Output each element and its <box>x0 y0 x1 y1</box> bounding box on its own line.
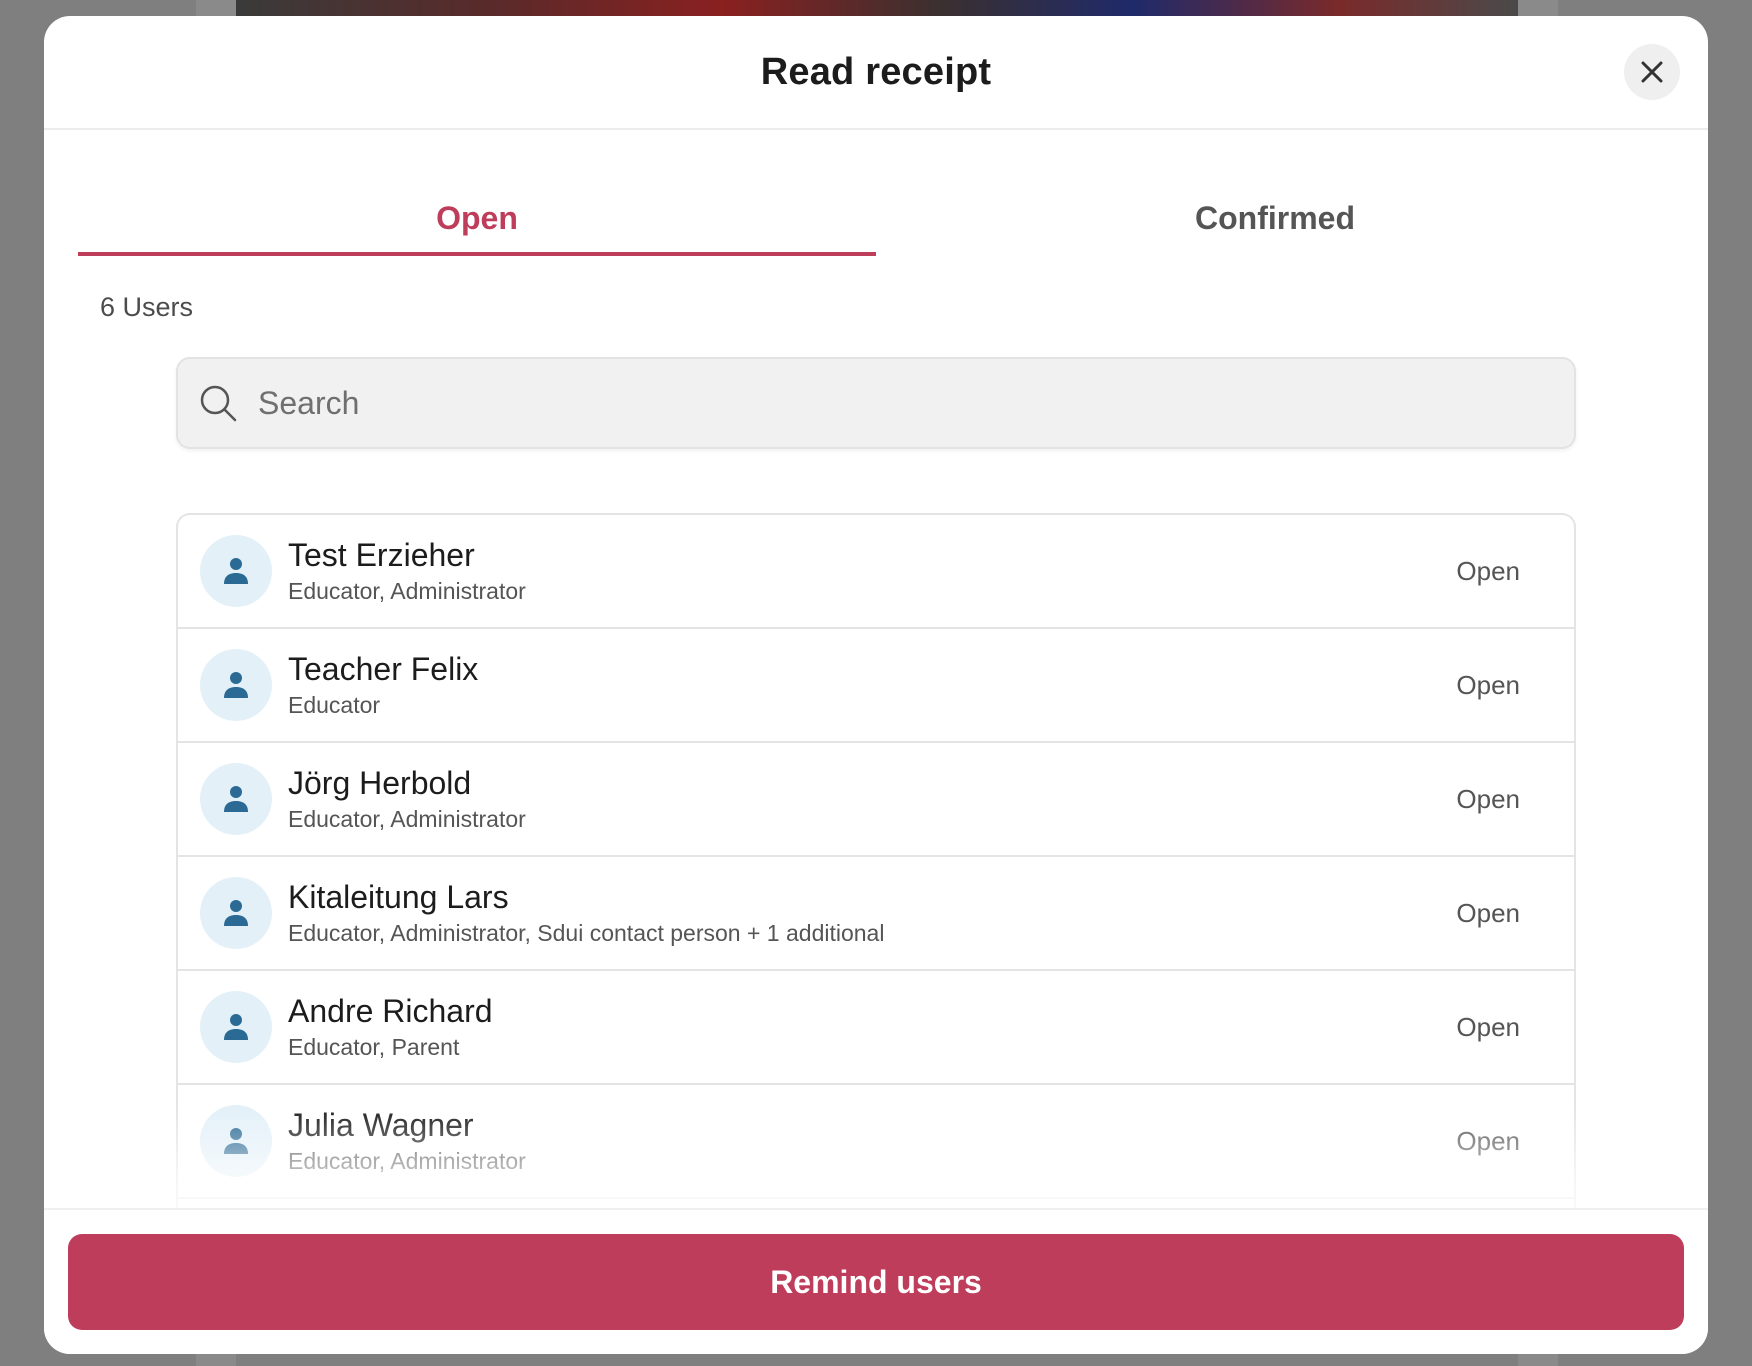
read-receipt-modal: Read receipt Open Confirmed 6 Users Sear… <box>44 16 1708 1354</box>
avatar <box>200 1105 272 1177</box>
tab-bar: Open Confirmed <box>78 176 1674 256</box>
user-info: Teacher Felix Educator <box>288 650 478 720</box>
list-item[interactable]: Kitaleitung Lars Educator, Administrator… <box>178 857 1574 971</box>
user-name: Jörg Herbold <box>288 765 472 801</box>
tab-confirmed-label: Confirmed <box>1195 200 1355 236</box>
modal-title: Read receipt <box>760 50 992 93</box>
user-name: Teacher Felix <box>288 651 479 687</box>
user-icon <box>224 1128 248 1154</box>
search-box[interactable] <box>176 357 1576 449</box>
user-count: 6 Users <box>100 292 194 322</box>
user-status: Open <box>1456 669 1520 700</box>
remind-users-button[interactable]: Remind users <box>68 1234 1684 1330</box>
tab-open-label: Open <box>436 200 518 236</box>
user-roles: Educator, Parent <box>288 1034 460 1060</box>
close-icon <box>1641 61 1663 83</box>
user-roles: Educator <box>288 692 381 718</box>
user-info: Andre Richard Educator, Parent <box>288 992 493 1062</box>
modal-footer: Remind users <box>44 1208 1708 1354</box>
close-button[interactable] <box>1624 44 1680 100</box>
user-roles: Educator, Administrator <box>288 578 526 604</box>
tab-open[interactable]: Open <box>78 176 876 256</box>
list-item[interactable]: Teacher Felix Educator Open <box>178 629 1574 743</box>
avatar <box>200 877 272 949</box>
user-info: Julia Wagner Educator, Administrator <box>288 1106 526 1176</box>
user-roles: Educator, Administrator <box>288 1148 526 1174</box>
user-info: Test Erzieher Educator, Administrator <box>288 536 526 606</box>
user-list: Test Erzieher Educator, Administrator Op… <box>176 513 1576 1235</box>
user-info: Jörg Herbold Educator, Administrator <box>288 764 526 834</box>
user-icon <box>224 558 248 584</box>
user-icon <box>224 1014 248 1040</box>
user-name: Andre Richard <box>288 993 493 1029</box>
user-icon <box>224 900 248 926</box>
user-roles: Educator, Administrator, Sdui contact pe… <box>288 920 885 946</box>
user-icon <box>224 672 248 698</box>
user-status: Open <box>1456 1125 1520 1156</box>
search-input[interactable] <box>258 359 1574 447</box>
user-name: Test Erzieher <box>288 537 475 573</box>
list-item[interactable]: Test Erzieher Educator, Administrator Op… <box>178 515 1574 629</box>
user-status: Open <box>1456 783 1520 814</box>
user-roles: Educator, Administrator <box>288 806 526 832</box>
user-name: Julia Wagner <box>288 1107 474 1143</box>
tab-confirmed[interactable]: Confirmed <box>876 176 1674 256</box>
avatar <box>200 763 272 835</box>
user-icon <box>224 786 248 812</box>
user-status: Open <box>1456 1011 1520 1042</box>
user-info: Kitaleitung Lars Educator, Administrator… <box>288 878 884 948</box>
search-icon <box>198 383 238 423</box>
list-item[interactable]: Jörg Herbold Educator, Administrator Ope… <box>178 743 1574 857</box>
avatar <box>200 649 272 721</box>
user-status: Open <box>1456 555 1520 586</box>
avatar <box>200 535 272 607</box>
modal-header: Read receipt <box>44 16 1708 130</box>
list-item[interactable]: Julia Wagner Educator, Administrator Ope… <box>178 1085 1574 1199</box>
user-name: Kitaleitung Lars <box>288 879 509 915</box>
user-status: Open <box>1456 897 1520 928</box>
list-item[interactable]: Andre Richard Educator, Parent Open <box>178 971 1574 1085</box>
avatar <box>200 991 272 1063</box>
